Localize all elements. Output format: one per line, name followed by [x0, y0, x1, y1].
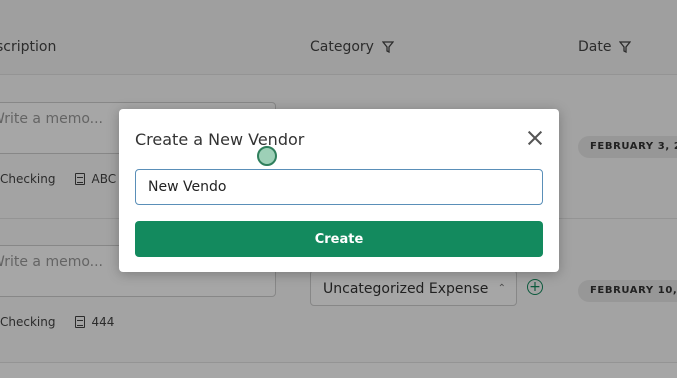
close-icon[interactable] [527, 130, 543, 146]
dialog-title: Create a New Vendor [135, 130, 305, 149]
create-vendor-dialog: Create a New Vendor Create [119, 109, 559, 272]
pointer-indicator [257, 146, 277, 166]
vendor-name-input[interactable] [135, 169, 543, 205]
create-button[interactable]: Create [135, 221, 543, 257]
